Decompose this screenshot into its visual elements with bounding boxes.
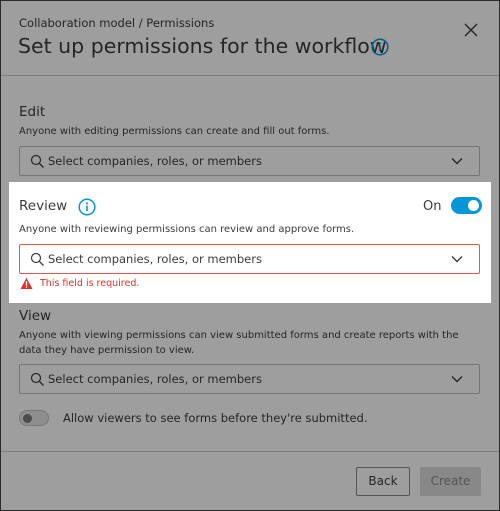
info-icon[interactable] (371, 38, 389, 56)
header-divider (1, 75, 499, 76)
review-label: Review (19, 198, 68, 214)
search-icon (30, 252, 44, 266)
chevron-down-icon (451, 256, 463, 263)
permissions-dialog: Collaboration model / Permissions Set up… (0, 0, 500, 511)
chevron-down-icon (451, 376, 463, 383)
footer-divider (1, 451, 499, 452)
edit-select[interactable]: Select companies, roles, or members (19, 146, 480, 176)
review-section: Review On Anyone with reviewing permissi… (9, 182, 491, 303)
error-message: This field is required. (40, 278, 140, 289)
close-icon[interactable] (461, 20, 481, 40)
back-button[interactable]: Back (356, 467, 410, 496)
dialog-header: Collaboration model / Permissions Set up… (1, 1, 499, 75)
view-select-placeholder: Select companies, roles, or members (48, 372, 262, 386)
view-description: Anyone with viewing permissions can view… (19, 330, 459, 356)
review-toggle-label: On (423, 199, 442, 214)
search-icon (30, 154, 44, 168)
toggle-knob (468, 200, 479, 211)
warning-icon (20, 277, 33, 289)
review-select-placeholder: Select companies, roles, or members (48, 252, 262, 266)
review-select[interactable]: Select companies, roles, or members (19, 244, 480, 274)
allow-viewers-label: Allow viewers to see forms before they'r… (63, 411, 368, 425)
allow-viewers-toggle[interactable] (19, 410, 49, 426)
page-title: Set up permissions for the workflow (18, 34, 387, 58)
edit-description: Anyone with editing permissions can crea… (19, 126, 330, 137)
edit-label: Edit (19, 104, 46, 120)
view-label: View (19, 308, 52, 324)
review-toggle[interactable] (451, 197, 482, 214)
toggle-knob (23, 414, 32, 423)
review-description: Anyone with reviewing permissions can re… (19, 224, 355, 235)
view-select[interactable]: Select companies, roles, or members (19, 364, 480, 394)
create-button: Create (420, 467, 481, 496)
search-icon (30, 372, 44, 386)
edit-select-placeholder: Select companies, roles, or members (48, 154, 262, 168)
chevron-down-icon (451, 158, 463, 165)
breadcrumb: Collaboration model / Permissions (19, 16, 215, 30)
info-icon[interactable] (78, 198, 96, 216)
